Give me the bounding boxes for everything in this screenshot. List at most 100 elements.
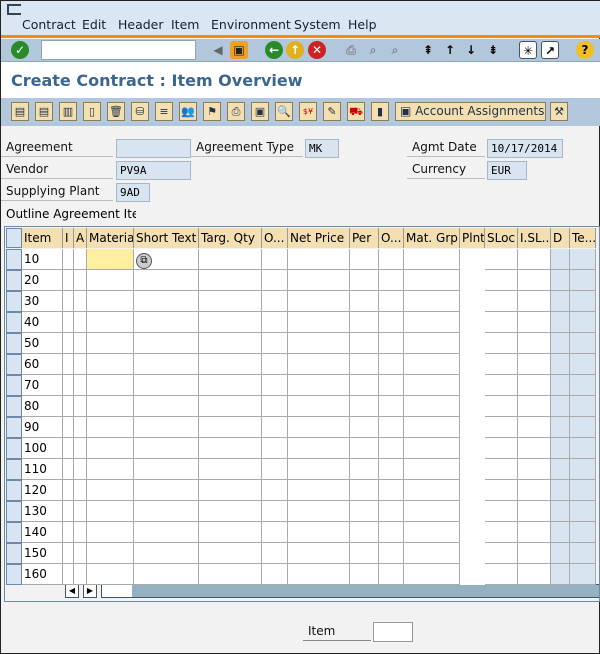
table-cell[interactable]	[379, 438, 404, 459]
table-cell[interactable]	[288, 438, 350, 459]
table-cell[interactable]	[460, 543, 485, 564]
table-cell[interactable]	[379, 459, 404, 480]
back-icon[interactable]: ←	[265, 41, 283, 59]
item-nav-field[interactable]	[373, 622, 413, 642]
table-cell[interactable]	[74, 501, 87, 522]
value-help-icon[interactable]: ⧉	[136, 253, 152, 269]
back-arrow-icon[interactable]: ◀	[209, 41, 227, 59]
table-cell[interactable]	[570, 270, 596, 291]
table-cell[interactable]	[404, 354, 460, 375]
agreement-field[interactable]	[116, 139, 191, 158]
table-cell[interactable]	[570, 312, 596, 333]
table-cell[interactable]	[379, 270, 404, 291]
table-cell[interactable]	[404, 396, 460, 417]
item-details-icon[interactable]: ▤	[35, 102, 53, 121]
table-cell[interactable]	[199, 249, 262, 270]
table-cell[interactable]	[262, 501, 288, 522]
new-item-icon[interactable]: ▯	[83, 102, 101, 121]
table-cell[interactable]	[404, 270, 460, 291]
table-cell[interactable]	[74, 354, 87, 375]
table-cell[interactable]	[350, 333, 379, 354]
table-cell[interactable]	[570, 480, 596, 501]
currency-field[interactable]: EUR	[487, 161, 527, 180]
delete-icon[interactable]: 🗑	[107, 102, 125, 121]
table-cell[interactable]	[551, 375, 570, 396]
table-cell[interactable]	[460, 396, 485, 417]
table-cell[interactable]	[551, 291, 570, 312]
table-cell[interactable]	[404, 333, 460, 354]
table-cell[interactable]	[74, 417, 87, 438]
menu-header[interactable]: Header	[118, 17, 164, 32]
table-cell[interactable]	[404, 249, 460, 270]
table-cell[interactable]	[288, 543, 350, 564]
table-cell[interactable]	[87, 459, 134, 480]
column-header[interactable]: D	[551, 228, 570, 248]
table-cell[interactable]	[460, 249, 485, 270]
table-cell[interactable]	[199, 312, 262, 333]
table-cell[interactable]	[74, 333, 87, 354]
table-cell[interactable]	[199, 501, 262, 522]
table-cell[interactable]	[485, 501, 518, 522]
table-cell[interactable]	[350, 564, 379, 585]
table-cell[interactable]	[87, 291, 134, 312]
table-cell[interactable]	[87, 354, 134, 375]
row-selector[interactable]	[6, 543, 22, 564]
table-cell[interactable]	[570, 438, 596, 459]
table-cell[interactable]	[63, 375, 74, 396]
table-cell[interactable]	[199, 522, 262, 543]
edit-icon[interactable]: ✎	[323, 102, 341, 121]
find-next-icon[interactable]: ⌕	[386, 41, 404, 59]
account-icon[interactable]: ▣	[251, 102, 269, 121]
settings-icon[interactable]: ⚒	[550, 102, 568, 121]
table-cell[interactable]	[379, 564, 404, 585]
table-cell[interactable]	[288, 522, 350, 543]
table-cell[interactable]	[518, 249, 551, 270]
menu-item[interactable]: Item	[171, 17, 199, 32]
row-selector[interactable]	[6, 417, 22, 438]
select-all-cell[interactable]	[6, 228, 22, 248]
table-cell[interactable]	[570, 333, 596, 354]
table-cell[interactable]	[570, 396, 596, 417]
table-cell[interactable]	[379, 480, 404, 501]
exit-icon[interactable]: ↑	[286, 41, 304, 59]
table-cell[interactable]	[63, 522, 74, 543]
table-cell[interactable]	[63, 396, 74, 417]
table-cell[interactable]	[350, 417, 379, 438]
table-cell[interactable]	[350, 291, 379, 312]
table-cell[interactable]	[74, 522, 87, 543]
table-cell[interactable]	[63, 354, 74, 375]
table-cell[interactable]	[570, 375, 596, 396]
table-cell[interactable]	[518, 543, 551, 564]
table-cell[interactable]	[288, 354, 350, 375]
table-cell[interactable]	[199, 354, 262, 375]
print-icon[interactable]: ⎙	[342, 41, 360, 59]
table-cell[interactable]	[518, 564, 551, 585]
table-cell[interactable]	[404, 501, 460, 522]
table-cell[interactable]	[63, 312, 74, 333]
table-cell[interactable]	[87, 522, 134, 543]
table-cell[interactable]	[87, 333, 134, 354]
scroll-right-icon[interactable]: ▶	[83, 584, 97, 598]
column-header[interactable]: Item	[22, 228, 63, 248]
header-details-icon[interactable]: ▤	[11, 102, 29, 121]
table-cell[interactable]	[518, 459, 551, 480]
horizontal-scrollbar[interactable]: ◀ ▶	[65, 583, 599, 599]
table-cell[interactable]	[379, 333, 404, 354]
table-cell[interactable]	[288, 333, 350, 354]
table-cell[interactable]	[379, 543, 404, 564]
table-cell[interactable]	[518, 270, 551, 291]
row-selector[interactable]	[6, 354, 22, 375]
table-cell[interactable]	[551, 501, 570, 522]
table-cell[interactable]	[518, 333, 551, 354]
table-cell[interactable]	[379, 249, 404, 270]
table-cell[interactable]	[262, 417, 288, 438]
table-cell[interactable]	[288, 375, 350, 396]
table-cell[interactable]	[134, 438, 199, 459]
table-cell[interactable]	[460, 459, 485, 480]
table-cell[interactable]	[551, 312, 570, 333]
table-cell[interactable]	[199, 438, 262, 459]
table-cell[interactable]	[262, 270, 288, 291]
row-selector[interactable]	[6, 249, 22, 270]
table-cell[interactable]	[262, 354, 288, 375]
column-header[interactable]: I.SL...	[518, 228, 551, 248]
